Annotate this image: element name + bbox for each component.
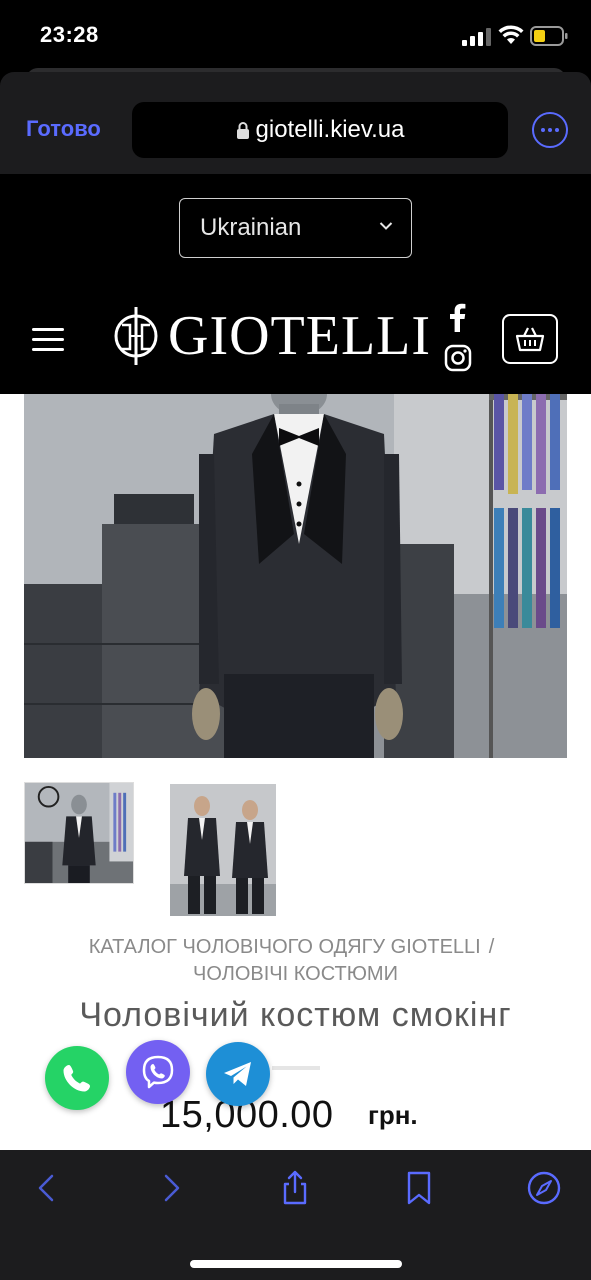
- more-dot-icon: [548, 128, 552, 132]
- breadcrumb-suits-link[interactable]: ЧОЛОВІЧІ КОСТЮМИ: [193, 963, 398, 985]
- status-bar: 23:28: [0, 0, 591, 72]
- breadcrumb: КАТАЛОГ ЧОЛОВІЧОГО ОДЯГУ GIOTELLI / ЧОЛОВ…: [20, 934, 571, 988]
- address-text: giotelli.kiev.ua: [255, 116, 405, 143]
- bookmarks-icon[interactable]: [401, 1170, 437, 1206]
- instagram-icon[interactable]: [444, 344, 472, 372]
- product-thumbnail-1[interactable]: [24, 782, 134, 884]
- chevron-down-icon: [379, 222, 393, 230]
- browser-toolbar: [0, 1150, 591, 1280]
- site-logo[interactable]: GIOTELLI: [112, 305, 432, 367]
- done-button[interactable]: Готово: [26, 116, 101, 142]
- product-page: КАТАЛОГ ЧОЛОВІЧОГО ОДЯГУ GIOTELLI / ЧОЛОВ…: [0, 394, 591, 1150]
- wifi-icon: [498, 25, 524, 44]
- telegram-button[interactable]: [206, 1042, 270, 1106]
- title-divider: [272, 1066, 320, 1070]
- language-value: Ukrainian: [200, 214, 302, 241]
- cellular-signal-icon: [462, 28, 491, 46]
- menu-icon[interactable]: [32, 328, 66, 352]
- site-header: Ukrainian GIOTELLI: [0, 174, 591, 394]
- logo-monogram-icon: [114, 307, 158, 365]
- cart-button[interactable]: [502, 314, 558, 364]
- share-icon[interactable]: [277, 1170, 313, 1206]
- more-options-button[interactable]: [532, 112, 568, 148]
- product-title: Чоловічий костюм смокінг: [79, 996, 512, 1034]
- home-indicator: [190, 1260, 402, 1268]
- more-dot-icon: [541, 128, 545, 132]
- product-main-image[interactable]: [24, 394, 567, 758]
- more-dot-icon: [555, 128, 559, 132]
- compass-icon[interactable]: [526, 1170, 562, 1206]
- breadcrumb-separator: /: [488, 936, 495, 958]
- viber-icon: [142, 1055, 174, 1089]
- forward-icon[interactable]: [152, 1170, 188, 1206]
- price-currency: грн.: [368, 1100, 418, 1130]
- back-icon[interactable]: [30, 1170, 66, 1206]
- product-thumbnail-2[interactable]: [170, 784, 276, 916]
- language-select[interactable]: Ukrainian: [179, 198, 412, 258]
- phone-icon: [63, 1065, 90, 1092]
- address-bar[interactable]: giotelli.kiev.ua: [132, 102, 508, 158]
- phone-button[interactable]: [45, 1046, 109, 1110]
- cart-icon: [515, 327, 545, 352]
- viber-button[interactable]: [126, 1040, 190, 1104]
- battery-icon: [530, 26, 568, 46]
- status-time: 23:28: [40, 22, 99, 47]
- telegram-icon: [224, 1062, 251, 1086]
- lock-icon: [236, 122, 249, 139]
- facebook-icon[interactable]: [446, 302, 468, 332]
- breadcrumb-catalog-link[interactable]: КАТАЛОГ ЧОЛОВІЧОГО ОДЯГУ GIOTELLI: [89, 936, 481, 958]
- brand-name: GIOTELLI: [168, 305, 432, 367]
